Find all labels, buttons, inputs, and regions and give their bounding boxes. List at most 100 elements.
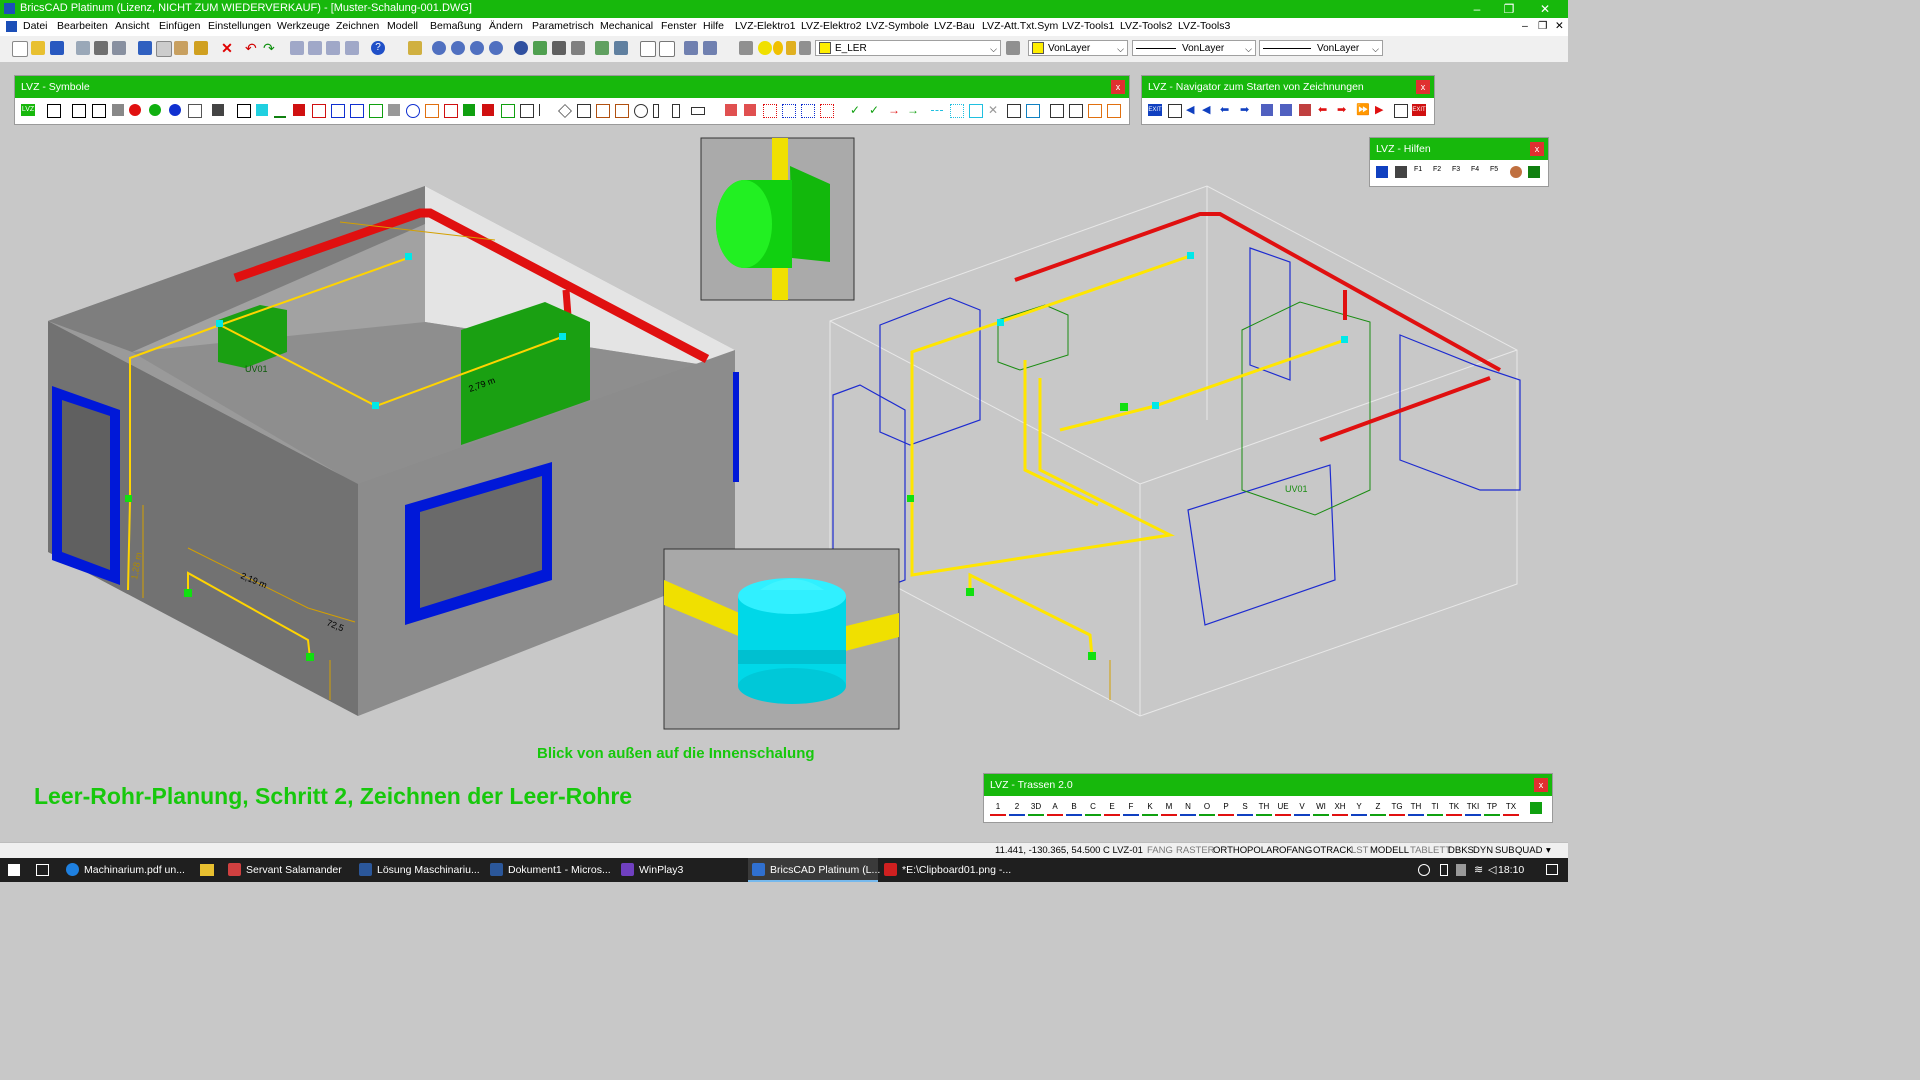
new-doc2-icon[interactable]	[1394, 104, 1408, 118]
tray-people-icon[interactable]	[1418, 864, 1430, 876]
list-icon[interactable]	[112, 104, 124, 116]
route-red2-icon[interactable]	[744, 104, 756, 116]
matchprop-icon[interactable]	[194, 41, 208, 55]
status-otrack[interactable]: OTRACK	[1313, 845, 1353, 856]
viewport2-icon[interactable]	[659, 41, 675, 57]
undo-icon[interactable]: ↶	[245, 41, 259, 55]
panel-hilfen-title[interactable]: LVZ - Hilfen	[1370, 138, 1548, 160]
status-dbks[interactable]: DBKS	[1448, 845, 1474, 856]
trassen-button-12[interactable]: P	[1218, 802, 1234, 816]
task-servant-salamander[interactable]: Servant Salamander	[224, 858, 349, 882]
trassen-button-6[interactable]: E	[1104, 802, 1120, 816]
print-icon[interactable]	[94, 41, 108, 55]
check2-icon[interactable]: ✓	[869, 104, 881, 116]
menu-lvz-bau[interactable]: LVZ-Bau	[934, 20, 975, 32]
doc4-icon[interactable]	[1069, 104, 1083, 118]
menu-modell[interactable]: Modell	[387, 20, 418, 32]
menu-einfuegen[interactable]: Einfügen	[159, 20, 200, 32]
doc3-icon[interactable]	[1050, 104, 1064, 118]
panel-trassen-title[interactable]: LVZ - Trassen 2.0	[984, 774, 1552, 796]
new-icon[interactable]	[12, 41, 28, 57]
arrow-red-left-icon[interactable]: ⬅	[1318, 104, 1330, 116]
task-clipboard[interactable]: *E:\Clipboard01.png -...	[880, 858, 1011, 882]
windows-start-icon[interactable]	[8, 864, 20, 876]
hash-icon[interactable]	[188, 104, 202, 118]
trassen-button-15[interactable]: UE	[1275, 802, 1291, 816]
render2-icon[interactable]	[614, 41, 628, 55]
panel-symbole-title[interactable]: LVZ - Symbole	[15, 76, 1129, 98]
trassen-button-25[interactable]: TKI	[1465, 802, 1481, 816]
status-ortho[interactable]: ORTHO	[1213, 845, 1247, 856]
bowtie-icon[interactable]	[577, 104, 591, 118]
zoom-extents-icon[interactable]	[489, 41, 503, 55]
menu-lvz-tools2[interactable]: LVZ-Tools2	[1120, 20, 1172, 32]
route-red3-icon[interactable]	[763, 104, 777, 118]
list-nav3-icon[interactable]	[1299, 104, 1311, 116]
status-modell[interactable]: MODELL	[1370, 845, 1409, 856]
panel-navigator-close-button[interactable]: x	[1416, 80, 1430, 94]
blue-dot-icon[interactable]	[169, 104, 181, 116]
exit-icon[interactable]: EXIT	[1148, 104, 1162, 116]
menu-mechanical[interactable]: Mechanical	[600, 20, 653, 32]
trassen-button-22[interactable]: TH	[1408, 802, 1424, 816]
notification-icon[interactable]	[1546, 864, 1558, 875]
symbol-c-icon[interactable]	[47, 104, 61, 118]
trassen-button-23[interactable]: TI	[1427, 802, 1443, 816]
status-lst[interactable]: LST	[1351, 845, 1368, 856]
trassen-button-24[interactable]: TK	[1446, 802, 1462, 816]
trassen-button-8[interactable]: K	[1142, 802, 1158, 816]
trassen-button-11[interactable]: O	[1199, 802, 1215, 816]
green-help-icon[interactable]	[1528, 166, 1540, 178]
arrow-left3-icon[interactable]: ⬅	[1220, 104, 1232, 116]
trassen-button-20[interactable]: Z	[1370, 802, 1386, 816]
task-bricscad[interactable]: BricsCAD Platinum (L...	[748, 858, 880, 882]
doc5-icon[interactable]	[1088, 104, 1102, 118]
route-red-icon[interactable]	[725, 104, 737, 116]
socket-icon[interactable]	[406, 104, 420, 118]
trassen-button-27[interactable]: TX	[1503, 802, 1519, 816]
dotgrid-icon[interactable]	[950, 104, 964, 118]
lvz-logo-icon[interactable]: LVZ	[21, 104, 35, 116]
menu-einstellungen[interactable]: Einstellungen	[208, 20, 271, 32]
task-loesung-maschinarium[interactable]: Lösung Maschinariu...	[355, 858, 480, 882]
camera-icon[interactable]	[571, 41, 585, 55]
move-icon[interactable]	[520, 104, 534, 118]
status-tablett[interactable]: TABLETT	[1410, 845, 1451, 856]
help-icon[interactable]: ?	[371, 41, 385, 55]
status-raster[interactable]: RASTER	[1176, 845, 1215, 856]
zoom-icon[interactable]	[76, 41, 90, 55]
dash-icon[interactable]	[931, 110, 943, 123]
color-dropdown[interactable]: VonLayer ⌵	[1028, 40, 1128, 56]
copy-icon[interactable]	[156, 41, 172, 57]
menu-zeichnen[interactable]: Zeichnen	[336, 20, 379, 32]
orbit-icon[interactable]	[514, 41, 528, 55]
arrow-red-right3-icon[interactable]: ▶	[1375, 104, 1387, 116]
menu-lvz-att-txt-sym[interactable]: LVZ-Att.Txt.Sym	[982, 20, 1058, 32]
maximize-button[interactable]: ❐	[1494, 0, 1524, 18]
green-refresh-icon[interactable]	[1530, 802, 1542, 814]
f4-key[interactable]: F4	[1471, 165, 1483, 177]
trassen-button-4[interactable]: B	[1066, 802, 1082, 816]
doc2-icon[interactable]	[1026, 104, 1040, 118]
lock-icon[interactable]	[786, 41, 796, 55]
task-view-icon[interactable]	[36, 864, 49, 876]
arrow-red-right-icon[interactable]: ➡	[1337, 104, 1349, 116]
green-dot-icon[interactable]	[149, 104, 161, 116]
check-icon[interactable]: ✓	[850, 104, 862, 116]
menu-bearbeiten[interactable]: Bearbeiten	[57, 20, 108, 32]
menu-parametrisch[interactable]: Parametrisch	[532, 20, 594, 32]
trassen-button-1[interactable]: 2	[1009, 802, 1025, 816]
trassen-button-14[interactable]: TH	[1256, 802, 1272, 816]
menu-lvz-elektro2[interactable]: LVZ-Elektro2	[801, 20, 862, 32]
table2-icon[interactable]	[92, 104, 106, 118]
save-icon[interactable]	[50, 41, 64, 55]
paste-icon[interactable]	[174, 41, 188, 55]
route-red4-icon[interactable]	[820, 104, 834, 118]
doc-close[interactable]: ✕	[1555, 20, 1564, 32]
tool-b-icon[interactable]	[308, 41, 322, 55]
linetype-dropdown[interactable]: VonLayer ⌵	[1132, 40, 1256, 56]
trassen-button-16[interactable]: V	[1294, 802, 1310, 816]
trassen-button-18[interactable]: XH	[1332, 802, 1348, 816]
status-dyn[interactable]: DYN	[1473, 845, 1493, 856]
status-ofang[interactable]: OFANG	[1279, 845, 1312, 856]
